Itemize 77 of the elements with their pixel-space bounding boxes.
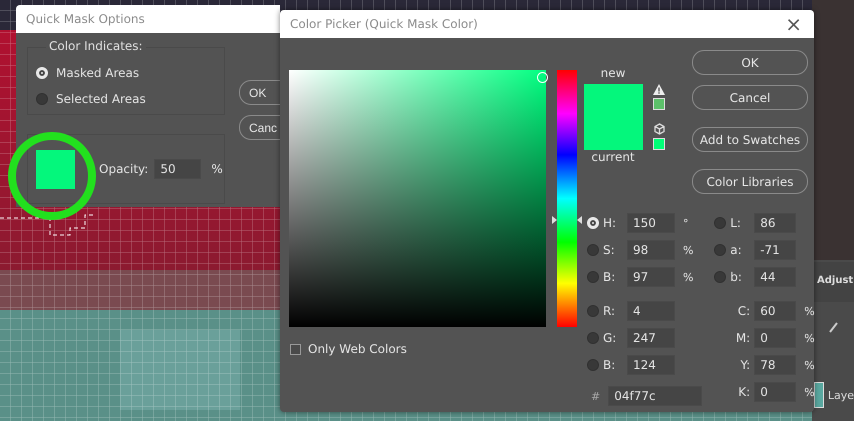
dialog-button[interactable]: OK: [692, 50, 808, 75]
close-button[interactable]: ×: [773, 14, 814, 34]
field-label: b:: [730, 270, 743, 284]
value-field[interactable]: 44: [754, 267, 796, 287]
brush-icon[interactable]: [828, 321, 840, 333]
radio-button[interactable]: [587, 359, 599, 371]
current-color-swatch[interactable]: [584, 117, 642, 150]
window-title: Quick Mask Options: [26, 12, 145, 26]
new-color-swatch: [584, 84, 642, 117]
color-swatch[interactable]: [653, 98, 665, 110]
adjustments-tab[interactable]: Adjust: [814, 262, 854, 302]
field-label: G:: [603, 331, 618, 345]
unit-label: %: [804, 332, 816, 344]
layer-thumbnail: [814, 382, 824, 408]
unit-label: %: [211, 162, 223, 176]
radio-label: Masked Areas: [56, 66, 140, 80]
unit-label: %: [804, 304, 816, 318]
value-field[interactable]: 98: [627, 240, 675, 260]
checkbox-label: Only Web Colors: [308, 342, 407, 356]
value-field[interactable]: 247: [627, 328, 675, 348]
group-label: Color Indicates:: [46, 39, 146, 53]
value-field[interactable]: 4: [627, 301, 675, 321]
radio-button[interactable]: [587, 244, 599, 256]
radio-button[interactable]: [714, 271, 726, 283]
unit-label: %: [683, 244, 694, 256]
unit-label: %: [683, 270, 694, 284]
unit-label: %: [804, 358, 816, 372]
field-label: R:: [603, 304, 616, 318]
value-field[interactable]: 124: [627, 355, 675, 375]
value-field[interactable]: 0: [754, 382, 796, 402]
unit-label: °: [683, 216, 690, 230]
warning-icon: [653, 84, 665, 95]
field-label: B:: [603, 358, 616, 372]
field-label: K:: [737, 385, 752, 399]
radio-button[interactable]: [587, 271, 599, 283]
radio-button[interactable]: [714, 217, 726, 229]
unit-label: %: [804, 386, 816, 398]
value-field[interactable]: 60: [754, 301, 796, 321]
hex-field[interactable]: 04f77c: [608, 386, 702, 406]
swatch-label: new: [600, 66, 626, 82]
checkbox[interactable]: [290, 344, 301, 354]
field-label: S:: [603, 243, 616, 257]
field-label: Y:: [739, 358, 752, 372]
radio-button[interactable]: [587, 332, 599, 344]
value-field[interactable]: 97: [627, 267, 675, 287]
field-label: a:: [730, 243, 743, 257]
dialog-button[interactable]: Cancel: [692, 85, 808, 110]
color-swatch[interactable]: [653, 138, 665, 150]
color-field[interactable]: [289, 70, 546, 327]
field-label: H:: [603, 216, 618, 230]
window-title: Color Picker (Quick Mask Color): [290, 17, 478, 31]
color-swatch[interactable]: [36, 150, 75, 188]
slider-handle[interactable]: [552, 216, 582, 224]
value-field[interactable]: 150: [627, 213, 675, 233]
value-field[interactable]: 86: [754, 213, 796, 233]
opacity-field[interactable]: 50: [154, 159, 202, 179]
picker-handle[interactable]: [537, 72, 548, 83]
dialog-button[interactable]: Add to Swatches: [692, 127, 808, 152]
dialog-button[interactable]: OK: [239, 80, 280, 105]
field-label: Opacity:: [99, 162, 148, 176]
value-field[interactable]: -71: [754, 240, 796, 260]
radio-button[interactable]: [587, 305, 599, 317]
swatch-label: current: [591, 150, 635, 166]
radio-button[interactable]: [714, 244, 726, 256]
layer-name[interactable]: Laye: [828, 388, 854, 402]
field-label: #: [591, 390, 600, 402]
value-field[interactable]: 78: [754, 355, 796, 375]
field-label: M:: [734, 331, 752, 345]
value-field[interactable]: 0: [754, 328, 796, 348]
radio-label: Selected Areas: [56, 92, 146, 106]
field-label: C:: [736, 304, 752, 318]
field-label: L:: [730, 216, 742, 230]
radio-button[interactable]: [36, 93, 48, 105]
cube-icon: [654, 123, 664, 135]
dialog-button[interactable]: Canc: [239, 115, 280, 140]
dialog-button[interactable]: Color Libraries: [692, 169, 808, 194]
field-label: B:: [603, 270, 616, 284]
